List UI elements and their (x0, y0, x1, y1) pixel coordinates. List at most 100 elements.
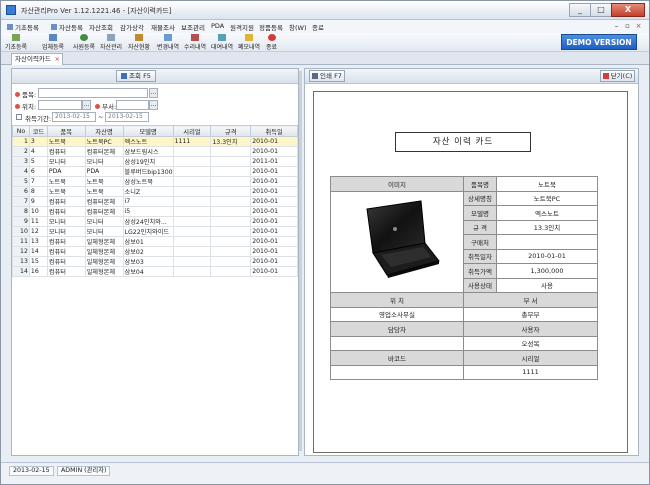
cell-serial[interactable] (172, 176, 212, 187)
col-header-no[interactable]: No (12, 125, 30, 137)
cell-item[interactable]: 노트북 (46, 176, 86, 187)
cell-item[interactable]: 컴퓨터 (46, 206, 86, 217)
cell-spec[interactable] (210, 216, 252, 227)
cell-asset-name[interactable]: 노트북 (84, 176, 124, 187)
cell-no[interactable]: 4 (12, 166, 30, 177)
cell-serial[interactable] (172, 256, 212, 267)
table-row[interactable]: 5 7 노트북 노트북 삼성노트북 2010-01 (12, 176, 298, 187)
cell-item[interactable]: 컴퓨터 (46, 266, 86, 277)
cell-acquired[interactable]: 2010-01 (250, 176, 298, 187)
cell-serial[interactable] (172, 246, 212, 257)
menu-window[interactable]: 창(W) (289, 22, 306, 32)
cell-acquired[interactable]: 2010-01 (250, 196, 298, 207)
cell-no[interactable]: 10 (12, 226, 30, 237)
cell-spec[interactable] (210, 236, 252, 247)
location-lookup-button[interactable]: … (82, 100, 91, 110)
cell-serial[interactable] (172, 146, 212, 157)
cell-serial[interactable] (172, 196, 212, 207)
cell-acquired[interactable]: 2010-01 (250, 136, 298, 147)
date-to-input[interactable]: 2013-02-15 (105, 112, 149, 122)
cell-item[interactable]: 노트북 (46, 136, 86, 147)
table-row[interactable]: 12 14 컴퓨터 일체형본체 삼보02 2010-01 (12, 246, 298, 257)
col-header-code[interactable]: 코드 (28, 125, 48, 137)
cell-no[interactable]: 11 (12, 236, 30, 247)
cell-spec[interactable] (210, 206, 252, 217)
cell-model[interactable]: 삼성노트북 (122, 176, 174, 187)
cell-no[interactable]: 5 (12, 176, 30, 187)
cell-asset-name[interactable]: 모니터 (84, 156, 124, 167)
minimize-button[interactable]: _ (569, 3, 591, 17)
cell-no[interactable]: 3 (12, 156, 30, 167)
cell-item[interactable]: 컴퓨터 (46, 196, 86, 207)
cell-no[interactable]: 13 (12, 256, 30, 267)
cell-item[interactable]: PDA (46, 166, 86, 177)
cell-serial[interactable] (172, 236, 212, 247)
toolbar-repair-history[interactable]: 수리내역 (184, 33, 206, 52)
cell-serial[interactable] (172, 216, 212, 227)
cell-asset-name[interactable]: PDA (84, 166, 124, 177)
cell-model[interactable]: 삼성24인치와... (122, 216, 174, 227)
table-row[interactable]: 13 15 컴퓨터 일체형본체 삼보03 2010-01 (12, 256, 298, 267)
cell-spec[interactable] (210, 146, 252, 157)
cell-asset-name[interactable]: 모니터 (84, 226, 124, 237)
cell-spec[interactable] (210, 246, 252, 257)
item-lookup-button[interactable]: … (149, 88, 158, 98)
table-row[interactable]: 4 6 PDA PDA 블루버드bip1300 2010-01 (12, 166, 298, 177)
cell-no[interactable]: 7 (12, 196, 30, 207)
toolbar-basic[interactable]: 기초등록 (5, 33, 27, 52)
cell-model[interactable]: i7 (122, 196, 174, 207)
period-checkbox[interactable] (16, 114, 22, 120)
print-button[interactable]: 인쇄 F7 (309, 70, 345, 82)
cell-no[interactable]: 2 (12, 146, 30, 157)
cell-acquired[interactable]: 2010-01 (250, 266, 298, 277)
cell-serial[interactable] (172, 206, 212, 217)
cell-asset-name[interactable]: 컴퓨터본체 (84, 146, 124, 157)
cell-acquired[interactable]: 2010-01 (250, 216, 298, 227)
mdi-minimize-icon[interactable]: – (612, 22, 621, 31)
cell-acquired[interactable]: 2010-01 (250, 206, 298, 217)
cell-code[interactable]: 12 (28, 226, 48, 237)
cell-acquired[interactable]: 2010-01 (250, 226, 298, 237)
toolbar-asset-status[interactable]: 자산현황 (128, 33, 150, 52)
cell-item[interactable]: 컴퓨터 (46, 146, 86, 157)
cell-model[interactable]: 소니Z (122, 186, 174, 197)
search-button[interactable]: 조회 F5 (116, 70, 156, 82)
cell-serial[interactable] (172, 166, 212, 177)
close-window-button[interactable]: X (611, 3, 645, 17)
mdi-close-icon[interactable]: × (634, 22, 643, 31)
cell-acquired[interactable]: 2010-01 (250, 186, 298, 197)
table-row[interactable]: 9 11 모니터 모니터 삼성24인치와... 2010-01 (12, 216, 298, 227)
cell-code[interactable]: 15 (28, 256, 48, 267)
col-header-spec[interactable]: 규격 (210, 125, 252, 137)
col-header-serial[interactable]: 시리얼 (172, 125, 212, 137)
cell-code[interactable]: 6 (28, 166, 48, 177)
cell-code[interactable]: 5 (28, 156, 48, 167)
col-header-asset-name[interactable]: 자산명 (84, 125, 124, 137)
cell-asset-name[interactable]: 일체형본체 (84, 266, 124, 277)
toolbar-change-history[interactable]: 변경내역 (157, 33, 179, 52)
menu-asset-register[interactable]: 자산등록 (51, 22, 83, 32)
cell-no[interactable]: 1 (12, 136, 30, 147)
menu-asset-query[interactable]: 자산조회 (89, 22, 113, 32)
location-input[interactable] (38, 100, 82, 110)
cell-item[interactable]: 모니터 (46, 156, 86, 167)
cell-asset-name[interactable]: 일체형본체 (84, 256, 124, 267)
table-row[interactable]: 7 9 컴퓨터 컴퓨터본체 i7 2010-01 (12, 196, 298, 207)
mdi-restore-icon[interactable]: ▫ (623, 22, 632, 31)
cell-no[interactable]: 9 (12, 216, 30, 227)
cell-item[interactable]: 모니터 (46, 216, 86, 227)
table-row[interactable]: 3 5 모니터 모니터 삼성19인치 2011-01 (12, 156, 298, 167)
menu-pda[interactable]: PDA (211, 22, 224, 30)
cell-item[interactable]: 컴퓨터 (46, 256, 86, 267)
cell-model[interactable]: 삼보04 (122, 266, 174, 277)
cell-serial[interactable]: 1111 (172, 136, 212, 147)
tab-asset-history-card[interactable]: 자산이력카드 × (11, 53, 63, 65)
cell-item[interactable]: 컴퓨터 (46, 246, 86, 257)
cell-acquired[interactable]: 2010-01 (250, 246, 298, 257)
cell-spec[interactable] (210, 256, 252, 267)
menu-remote[interactable]: 원격지원 (230, 22, 254, 32)
cell-spec[interactable] (210, 266, 252, 277)
toolbar-exit[interactable]: 종료 (266, 33, 277, 52)
menu-depreciation[interactable]: 감가상각 (120, 22, 144, 32)
table-row[interactable]: 1 3 노트북 노트북PC 엑스노트 1111 13.3인치 2010-01 (12, 136, 298, 147)
